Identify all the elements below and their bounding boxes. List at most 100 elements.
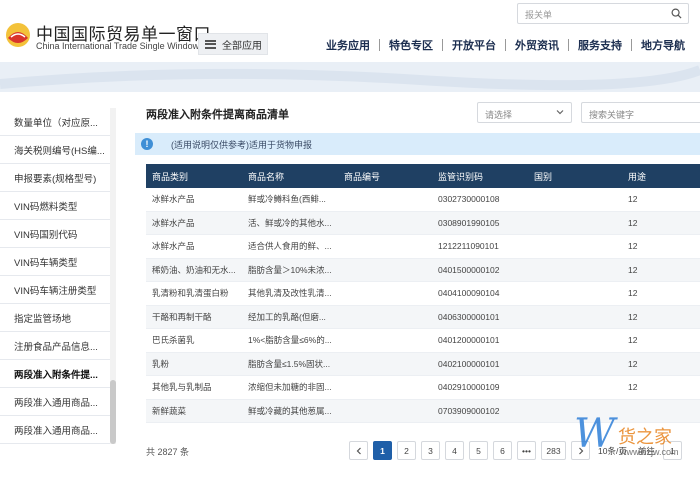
page-title: 两段准入附条件提离商品清单	[146, 109, 289, 121]
table-row[interactable]: 乳清粉和乳清蛋白粉 其他乳清及改性乳清... 0404100090104 12	[146, 282, 700, 306]
table-cell: 12	[628, 358, 638, 369]
table-row[interactable]: 干酪和再制干酪 经加工的乳酪(但磨... 0406300000101 12	[146, 305, 700, 329]
column-header: 国别	[534, 171, 553, 182]
category-select-placeholder: 请选择	[485, 110, 513, 120]
sidebar-item-active[interactable]: 两段准入附条件提...	[0, 360, 110, 388]
table-cell: 1212211090101	[438, 241, 499, 252]
sidebar-item[interactable]: 申报要素(规格型号)	[0, 164, 110, 192]
keyword-search-input[interactable]: 搜索关键字	[581, 102, 700, 123]
category-select[interactable]: 请选择	[477, 102, 572, 123]
table-cell: 12	[628, 382, 638, 393]
sidebar-item[interactable]: 指定监管场地	[0, 304, 110, 332]
table-header: 商品类别 商品名称 商品编号 监管识别码 国别 用途	[146, 164, 700, 188]
watermark-w-mark: W	[574, 411, 616, 457]
column-header: 商品类别	[152, 171, 189, 182]
table-cell: 脂肪含量≤1.5%固状...	[248, 358, 331, 369]
page-ellipsis[interactable]: •••	[517, 441, 536, 460]
nav-divider	[379, 39, 380, 51]
column-header: 商品名称	[248, 171, 285, 182]
logo-icon	[6, 23, 30, 47]
table-body: 冰鲜水产品 鲜或冷鳟科鱼(西鲱... 0302730000108 12 冰鲜水产品 活、鲜…	[146, 188, 700, 423]
table-cell: 脂肪含量＞10%未浓...	[248, 264, 332, 275]
sidebar-scrollbar-thumb[interactable]	[110, 380, 116, 444]
notice-bar: ! (适用说明仅供参考)适用于货物申报	[135, 133, 700, 155]
table-cell: 鲜或冷藏的其他葱属...	[248, 405, 332, 416]
table-row[interactable]: 巴氏杀菌乳 1%<脂肪含量≤6%的... 0401200000101 12	[146, 329, 700, 353]
table-cell: 0302730000108	[438, 194, 500, 205]
table-row[interactable]: 稀奶油、奶油和无水... 脂肪含量＞10%未浓... 0401500000102 12	[146, 258, 700, 282]
table-cell: 0404100090104	[438, 288, 500, 299]
nav-item-news[interactable]: 外贸资讯	[515, 37, 559, 53]
sidebar-item[interactable]: 两段准入通用商品...	[0, 388, 110, 416]
nav-divider	[442, 39, 443, 51]
info-icon: !	[141, 138, 153, 150]
notice-text: (适用说明仅供参考)适用于货物申报	[171, 139, 312, 150]
table-cell: 12	[628, 335, 638, 346]
table-cell: 冰鲜水产品	[152, 217, 195, 228]
table-row[interactable]: 其他乳与乳制品 浓缩但未加糖的非固... 0402910000109 12	[146, 376, 700, 400]
page-button[interactable]: 4	[445, 441, 464, 460]
page-button[interactable]: 3	[421, 441, 440, 460]
nav-item-featured[interactable]: 特色专区	[389, 37, 433, 53]
table-cell: 0401200000101	[438, 335, 500, 346]
page-button-current[interactable]: 1	[373, 441, 392, 460]
table-cell: 0308901990105	[438, 217, 500, 228]
sidebar-item[interactable]: VIN码国别代码	[0, 220, 110, 248]
nav-item-local[interactable]: 地方导航	[641, 37, 685, 53]
table-row[interactable]: 乳粉 脂肪含量≤1.5%固状... 0402100000101 12	[146, 352, 700, 376]
nav-item-open-platform[interactable]: 开放平台	[452, 37, 496, 53]
nav-divider	[631, 39, 632, 51]
nav-item-business[interactable]: 业务应用	[326, 37, 370, 53]
sidebar-item[interactable]: VIN码车辆注册类型	[0, 276, 110, 304]
page-button[interactable]: 6	[493, 441, 512, 460]
menu-icon	[205, 39, 216, 49]
goods-table: 商品类别 商品名称 商品编号 监管识别码 国别 用途 冰鲜水产品 鲜或冷鳟科鱼(西…	[146, 164, 700, 423]
table-row[interactable]: 冰鲜水产品 活、鲜或冷的其他水... 0308901990105 12	[146, 211, 700, 235]
table-cell: 冰鲜水产品	[152, 241, 195, 252]
table-row[interactable]: 冰鲜水产品 适合供人食用的鲜、... 1212211090101 12	[146, 235, 700, 259]
main-nav: 业务应用 特色专区 开放平台 外贸资讯 服务支持 地方导航	[326, 37, 685, 53]
table-cell: 0406300000101	[438, 311, 500, 322]
sidebar-item[interactable]: 注册食品产品信息...	[0, 332, 110, 360]
banner-decoration	[0, 65, 700, 91]
sidebar-item[interactable]: VIN码车辆类型	[0, 248, 110, 276]
table-cell: 0703909000102	[438, 405, 500, 416]
page-button[interactable]: 2	[397, 441, 416, 460]
table-cell: 12	[628, 311, 638, 322]
nav-divider	[568, 39, 569, 51]
table-row[interactable]: 冰鲜水产品 鲜或冷鳟科鱼(西鲱... 0302730000108 12	[146, 188, 700, 212]
prev-page-button[interactable]	[349, 441, 368, 460]
table-cell: 1%<脂肪含量≤6%的...	[248, 335, 332, 346]
all-apps-button[interactable]: 全部应用	[198, 33, 268, 55]
sidebar-item[interactable]: VIN码燃料类型	[0, 192, 110, 220]
table-cell: 0402100000101	[438, 358, 500, 369]
sidebar-item[interactable]: 数量单位（对应原...	[0, 108, 110, 136]
table-cell: 适合供人食用的鲜、...	[248, 241, 332, 252]
sidebar-item[interactable]: 两段准入通用商品...	[0, 416, 110, 444]
table-cell: 活、鲜或冷的其他水...	[248, 217, 332, 228]
watermark-url: www.hzjw.com	[620, 447, 679, 457]
column-header: 监管识别码	[438, 171, 484, 182]
sidebar: 数量单位（对应原... 海关税则编号(HS编... 申报要素(规格型号) VIN…	[0, 108, 110, 444]
table-cell: 其他乳清及改性乳清...	[248, 288, 332, 299]
table-cell: 乳清粉和乳清蛋白粉	[152, 288, 229, 299]
page-button[interactable]: 5	[469, 441, 488, 460]
table-cell: 12	[628, 241, 638, 252]
search-icon[interactable]	[671, 8, 682, 19]
table-cell: 12	[628, 217, 638, 228]
global-search-input[interactable]: 报关单	[517, 3, 689, 24]
column-header: 用途	[628, 171, 647, 182]
table-cell: 新鲜蔬菜	[152, 405, 187, 416]
nav-item-support[interactable]: 服务支持	[578, 37, 622, 53]
table-cell: 12	[628, 194, 638, 205]
table-cell: 鲜或冷鳟科鱼(西鲱...	[248, 194, 326, 205]
table-cell: 其他乳与乳制品	[152, 382, 212, 393]
column-header: 商品编号	[344, 171, 381, 182]
keyword-search-placeholder: 搜索关键字	[589, 110, 635, 120]
sidebar-item[interactable]: 海关税则编号(HS编...	[0, 136, 110, 164]
table-cell: 浓缩但未加糖的非固...	[248, 382, 332, 393]
table-cell: 12	[628, 288, 638, 299]
table-cell: 0402910000109	[438, 382, 500, 393]
table-cell: 巴氏杀菌乳	[152, 335, 195, 346]
chevron-down-icon	[556, 110, 564, 115]
